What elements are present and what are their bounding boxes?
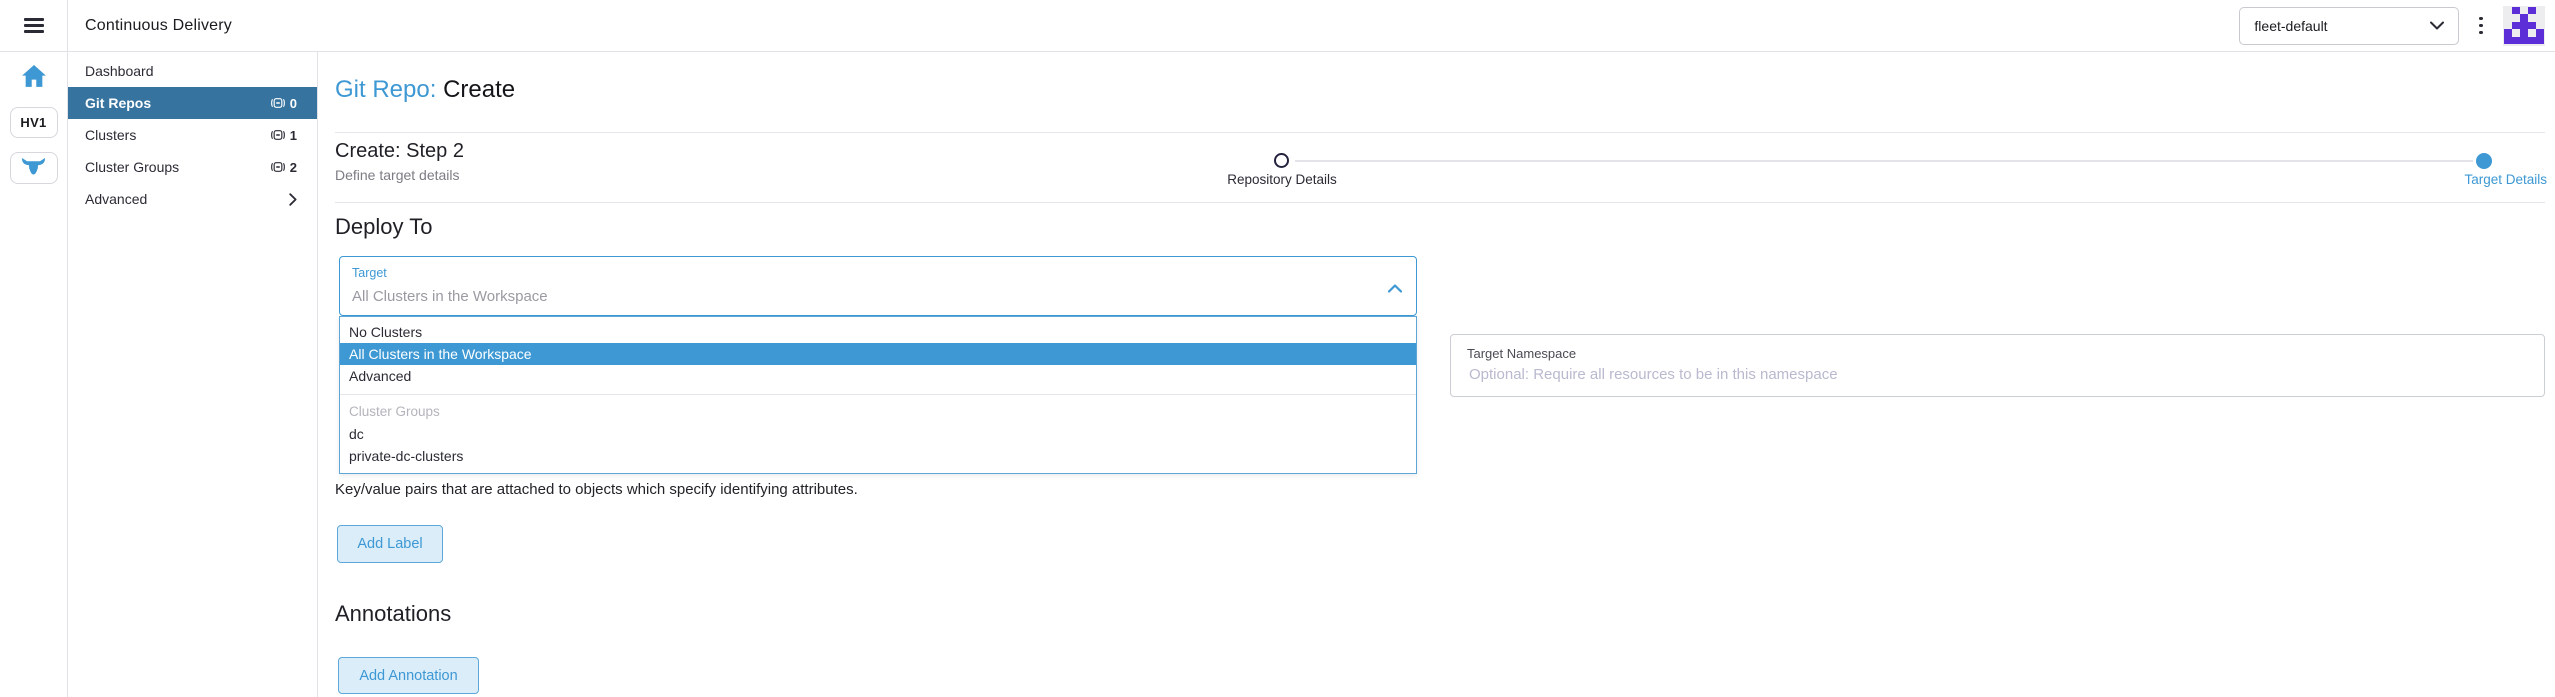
divider xyxy=(335,132,2545,133)
stepper-step-2-circle[interactable] xyxy=(2476,153,2492,169)
resource-count-badge: 2 xyxy=(270,160,297,175)
steer-icon xyxy=(20,157,47,180)
dropdown-option-advanced[interactable]: Advanced xyxy=(340,365,1416,387)
user-avatar[interactable] xyxy=(2503,6,2545,46)
cluster-chip-hv1[interactable]: HV1 xyxy=(10,107,58,138)
target-select-dropdown: No Clusters All Clusters in the Workspac… xyxy=(339,316,1417,474)
sidebar-item-clusters[interactable]: Clusters 1 xyxy=(68,119,317,151)
bundle-count-icon xyxy=(270,97,286,109)
count-value: 2 xyxy=(290,160,297,175)
top-bar: Continuous Delivery fleet-default xyxy=(0,0,2555,52)
resource-count-badge: 1 xyxy=(270,128,297,143)
page-title-action: Create xyxy=(443,76,515,103)
dropdown-option-all-clusters[interactable]: All Clusters in the Workspace xyxy=(340,343,1416,365)
count-value: 0 xyxy=(290,96,297,111)
dropdown-option-private-dc-clusters[interactable]: private-dc-clusters xyxy=(340,445,1416,467)
kebab-menu-icon[interactable] xyxy=(2473,13,2489,39)
home-button[interactable] xyxy=(19,62,49,90)
bundle-count-icon xyxy=(270,161,286,173)
sidebar-item-advanced[interactable]: Advanced xyxy=(68,183,317,215)
sidebar-item-git-repos[interactable]: Git Repos 0 xyxy=(68,87,317,119)
cluster-chip-label: HV1 xyxy=(20,115,46,130)
target-namespace-input[interactable] xyxy=(1467,365,2507,384)
count-value: 1 xyxy=(290,128,297,143)
home-icon xyxy=(21,64,47,88)
sidebar-nav: Dashboard Git Repos 0 Clusters xyxy=(68,52,318,697)
sidebar-item-label: Dashboard xyxy=(85,63,154,79)
stepper-connector-line xyxy=(1295,160,2473,162)
chevron-down-icon xyxy=(2430,21,2444,30)
dropdown-group-label: Cluster Groups xyxy=(340,401,1416,423)
deploy-to-heading: Deploy To xyxy=(335,214,432,240)
dropdown-divider xyxy=(340,394,1416,395)
annotations-heading: Annotations xyxy=(335,601,451,627)
sidebar-item-label: Git Repos xyxy=(85,95,151,111)
sidebar-item-cluster-groups[interactable]: Cluster Groups 2 xyxy=(68,151,317,183)
app-window: Continuous Delivery fleet-default HV1 xyxy=(0,0,2555,697)
hamburger-menu-button[interactable] xyxy=(0,0,68,51)
hamburger-icon xyxy=(24,15,44,36)
add-label-button[interactable]: Add Label xyxy=(337,525,443,563)
topbar-actions: fleet-default xyxy=(2239,6,2555,46)
page-title-resource: Git Repo: xyxy=(335,76,436,103)
workspace-selector[interactable]: fleet-default xyxy=(2239,7,2459,45)
bundle-count-icon xyxy=(270,129,286,141)
step-subheading: Define target details xyxy=(335,167,464,183)
app-title: Continuous Delivery xyxy=(85,17,232,35)
icon-rail: HV1 xyxy=(0,52,68,697)
target-namespace-field: Target Namespace xyxy=(1450,334,2545,397)
sidebar-item-label: Advanced xyxy=(85,191,147,207)
stepper-step-2-label[interactable]: Target Details xyxy=(2464,172,2547,187)
labels-description: Key/value pairs that are attached to obj… xyxy=(335,481,858,498)
sidebar-item-label: Cluster Groups xyxy=(85,159,179,175)
sidebar-item-label: Clusters xyxy=(85,127,136,143)
chevron-up-icon xyxy=(1388,280,1402,298)
stepper-step-1-label[interactable]: Repository Details xyxy=(1176,172,1388,187)
resource-count-badge: 0 xyxy=(270,96,297,111)
workspace-selector-value: fleet-default xyxy=(2254,18,2327,34)
target-select-value: All Clusters in the Workspace xyxy=(352,288,548,305)
divider xyxy=(335,202,2545,203)
main-content: Git Repo: Create Create: Step 2 Define t… xyxy=(318,52,2555,697)
add-annotation-button[interactable]: Add Annotation xyxy=(338,657,479,694)
target-select[interactable]: Target All Clusters in the Workspace xyxy=(339,256,1417,316)
target-namespace-label: Target Namespace xyxy=(1467,346,1576,361)
dropdown-option-no-clusters[interactable]: No Clusters xyxy=(340,321,1416,343)
stepper-step-1-circle[interactable] xyxy=(1274,153,1289,168)
cluster-manager-button[interactable] xyxy=(10,152,58,184)
step-heading: Create: Step 2 xyxy=(335,140,464,163)
dropdown-option-dc[interactable]: dc xyxy=(340,423,1416,445)
chevron-right-icon xyxy=(289,193,297,206)
target-select-label: Target xyxy=(352,266,387,280)
page-title: Git Repo: Create xyxy=(335,76,515,104)
step-heading-block: Create: Step 2 Define target details xyxy=(335,140,464,183)
sidebar-item-dashboard[interactable]: Dashboard xyxy=(68,55,317,87)
